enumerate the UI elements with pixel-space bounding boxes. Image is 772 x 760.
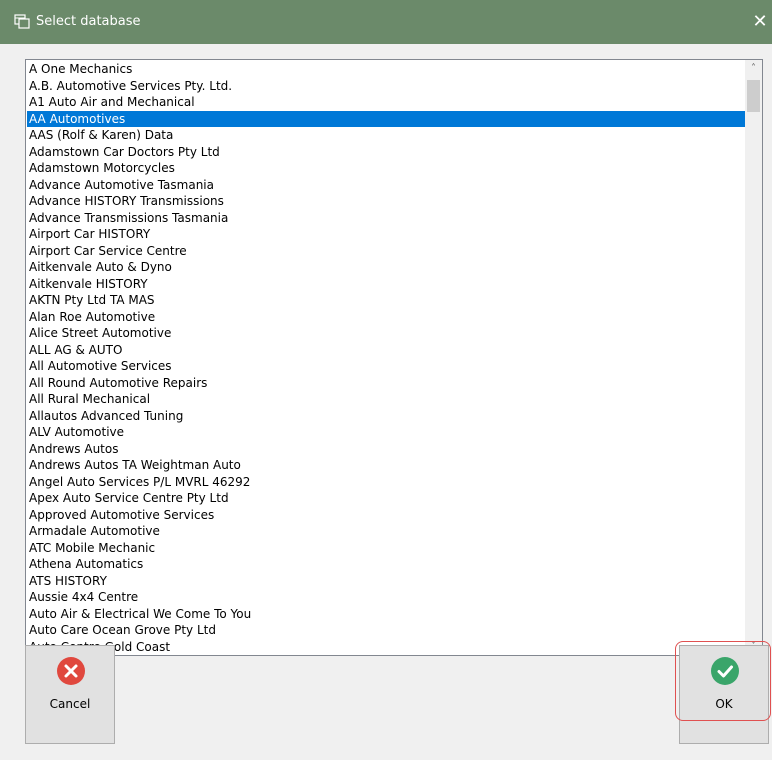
list-item[interactable]: ATS HISTORY — [27, 573, 747, 590]
dialog-edge — [0, 44, 8, 760]
vertical-scrollbar[interactable]: ˄ ˅ — [745, 60, 762, 655]
ok-button[interactable]: OK — [679, 645, 769, 744]
ok-label: OK — [715, 697, 733, 711]
list-item[interactable]: Aussie 4x4 Centre — [27, 589, 747, 606]
window-title: Select database — [36, 14, 141, 29]
window-icon — [14, 14, 30, 29]
list-item[interactable]: AA Automotives — [27, 110, 747, 127]
cancel-button[interactable]: Cancel — [25, 645, 115, 744]
list-item[interactable]: A One Mechanics — [27, 61, 747, 78]
list-item[interactable]: All Round Automotive Repairs — [27, 375, 747, 392]
list-item[interactable]: Apex Auto Service Centre Pty Ltd — [27, 490, 747, 507]
list-item[interactable]: Advance HISTORY Transmissions — [27, 193, 747, 210]
list-item[interactable]: All Rural Mechanical — [27, 391, 747, 408]
list-item[interactable]: ALL AG & AUTO — [27, 342, 747, 359]
scroll-up-icon[interactable]: ˄ — [745, 60, 762, 77]
list-item[interactable]: All Automotive Services — [27, 358, 747, 375]
list-item[interactable]: Andrews Autos TA Weightman Auto — [27, 457, 747, 474]
list-item[interactable]: Aitkenvale Auto & Dyno — [27, 259, 747, 276]
list-item[interactable]: Armadale Automotive — [27, 523, 747, 540]
list-item[interactable]: ATC Mobile Mechanic — [27, 540, 747, 557]
database-list: A One Mechanics A.B. Automotive Services … — [27, 61, 747, 654]
list-item[interactable]: Auto Centre Gold Coast — [27, 639, 747, 655]
list-item[interactable]: Andrews Autos — [27, 441, 747, 458]
list-item[interactable]: Angel Auto Services P/L MVRL 46292 — [27, 474, 747, 491]
close-button[interactable]: ✕ — [748, 0, 772, 44]
list-item[interactable]: Advance Transmissions Tasmania — [27, 210, 747, 227]
list-item[interactable]: ALV Automotive — [27, 424, 747, 441]
list-item[interactable]: Alice Street Automotive — [27, 325, 747, 342]
list-item[interactable]: Alan Roe Automotive — [27, 309, 747, 326]
list-item[interactable]: Airport Car Service Centre — [27, 243, 747, 260]
list-item[interactable]: Aitkenvale HISTORY — [27, 276, 747, 293]
list-item[interactable]: Approved Automotive Services — [27, 507, 747, 524]
list-item[interactable]: Auto Air & Electrical We Come To You — [27, 606, 747, 623]
list-item[interactable]: A1 Auto Air and Mechanical — [27, 94, 747, 111]
list-item[interactable]: Auto Care Ocean Grove Pty Ltd — [27, 622, 747, 639]
cancel-icon — [57, 657, 85, 685]
list-item[interactable]: AAS (Rolf & Karen) Data — [27, 127, 747, 144]
cancel-label: Cancel — [49, 697, 91, 711]
scroll-thumb[interactable] — [747, 80, 760, 112]
list-item[interactable]: Adamstown Motorcycles — [27, 160, 747, 177]
list-item[interactable]: Advance Automotive Tasmania — [27, 177, 747, 194]
list-item[interactable]: Adamstown Car Doctors Pty Ltd — [27, 144, 747, 161]
list-item[interactable]: A.B. Automotive Services Pty. Ltd. — [27, 78, 747, 95]
checkmark-icon — [711, 657, 739, 685]
list-item[interactable]: Athena Automatics — [27, 556, 747, 573]
database-listbox[interactable]: A One Mechanics A.B. Automotive Services … — [25, 59, 763, 656]
title-bar: Select database ✕ — [0, 0, 772, 44]
list-item[interactable]: Allautos Advanced Tuning — [27, 408, 747, 425]
list-item[interactable]: Airport Car HISTORY — [27, 226, 747, 243]
list-item[interactable]: AKTN Pty Ltd TA MAS — [27, 292, 747, 309]
